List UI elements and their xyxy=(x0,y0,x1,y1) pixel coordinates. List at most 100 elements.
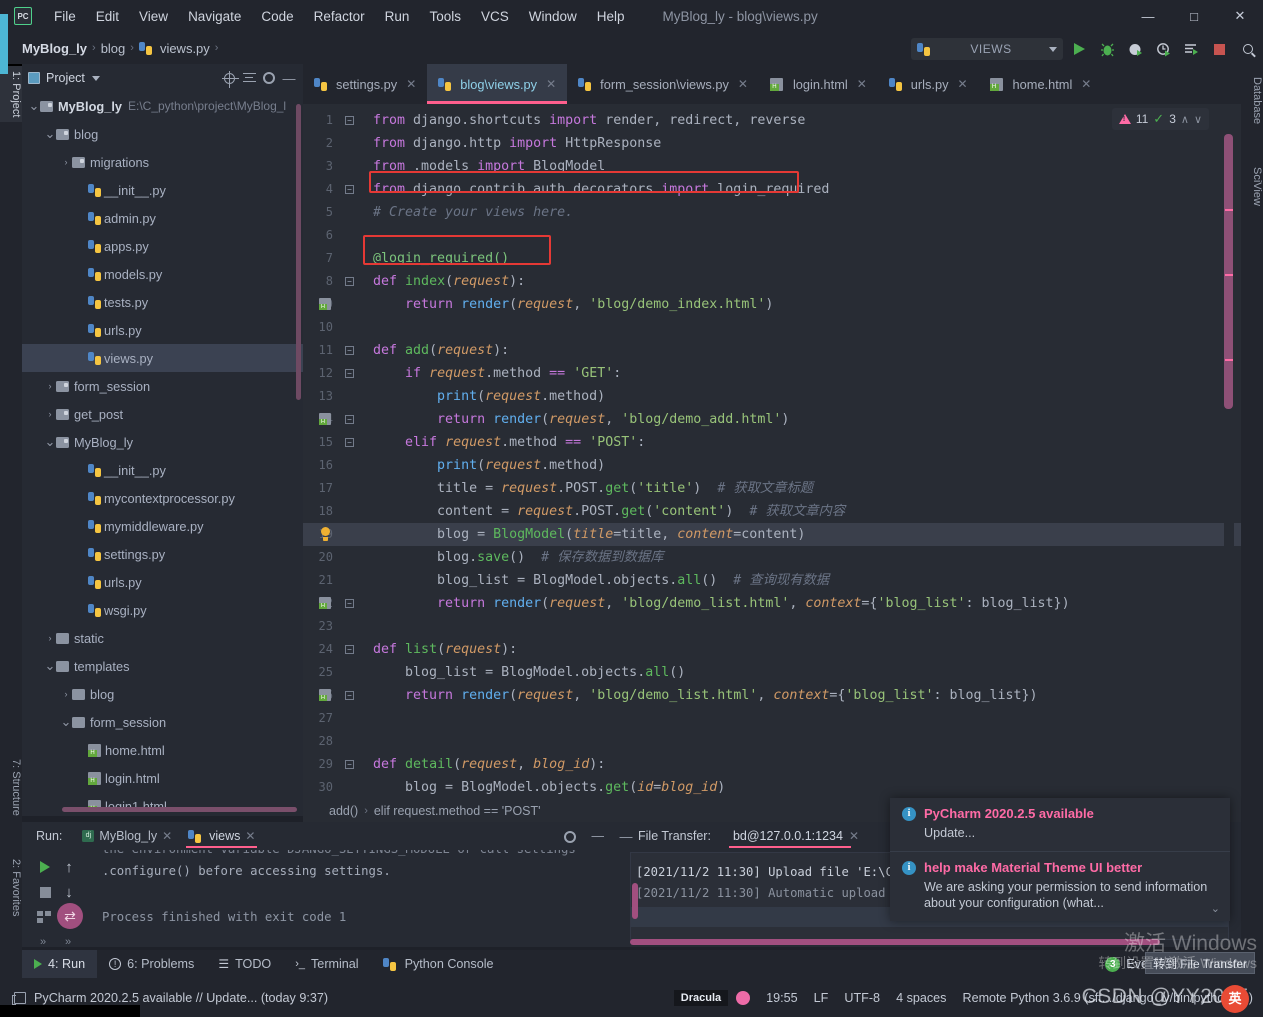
tree-item[interactable]: › static xyxy=(22,624,303,652)
run-with-console-icon[interactable] xyxy=(1184,42,1199,57)
code-fold-icon[interactable] xyxy=(345,277,354,286)
tree-item[interactable]: settings.py xyxy=(22,540,303,568)
layout-icon[interactable] xyxy=(35,908,53,926)
chevron-right-icon[interactable]: › xyxy=(44,381,56,391)
code-content[interactable]: from django.shortcuts import render, red… xyxy=(367,104,1241,816)
code-line[interactable]: blog.save() # 保存数据到数据库 xyxy=(373,546,663,569)
code-editor[interactable]: 1234567891011121314151617181920212223242… xyxy=(303,104,1241,816)
code-line[interactable]: print(request.method) xyxy=(373,454,605,477)
settings-icon[interactable] xyxy=(562,829,578,845)
bottom-tab-python-console[interactable]: Python Console xyxy=(371,950,506,978)
code-line[interactable]: def index(request): xyxy=(373,270,525,293)
code-line[interactable]: blog_list = BlogModel.objects.all() # 查询… xyxy=(373,569,829,592)
code-line[interactable]: return render(request, 'blog/demo_list.h… xyxy=(373,684,1038,707)
tree-item[interactable]: ⌄ MyBlog_ly E:\C_python\project\MyBlog_l xyxy=(22,92,303,120)
code-fold-icon[interactable] xyxy=(345,599,354,608)
menu-run[interactable]: Run xyxy=(375,5,420,28)
editor-tab[interactable]: home.html ✕ xyxy=(979,64,1103,104)
editor-tab[interactable]: settings.py ✕ xyxy=(303,64,427,104)
tree-item[interactable]: ⌄ form_session xyxy=(22,708,303,736)
run-icon[interactable] xyxy=(1072,42,1087,57)
tree-item[interactable]: wsgi.py xyxy=(22,596,303,624)
code-line[interactable]: from django.shortcuts import render, red… xyxy=(373,109,805,132)
breadcrumb-project[interactable]: MyBlog_ly xyxy=(22,41,87,56)
rerun-icon[interactable] xyxy=(36,858,54,876)
tree-item[interactable]: __init__.py xyxy=(22,176,303,204)
code-line[interactable]: elif request.method == 'POST': xyxy=(373,431,645,454)
coverage-icon[interactable] xyxy=(1128,42,1143,57)
hide-icon[interactable]: — xyxy=(592,829,605,843)
intention-bulb-icon[interactable] xyxy=(320,527,331,541)
chevron-down-icon[interactable]: ⌄ xyxy=(1211,902,1220,915)
tree-item[interactable]: urls.py xyxy=(22,568,303,596)
chevron-down-icon[interactable]: ⌄ xyxy=(44,127,56,140)
editor-tab[interactable]: login.html ✕ xyxy=(759,64,878,104)
hide-icon[interactable]: — xyxy=(281,70,297,86)
code-line[interactable]: def detail(request, blog_id): xyxy=(373,753,605,776)
tree-item[interactable]: login.html xyxy=(22,764,303,792)
collapse-all-icon[interactable] xyxy=(241,70,257,86)
project-tree-scrollbar[interactable] xyxy=(296,104,301,400)
code-line[interactable]: from .models import BlogModel xyxy=(373,155,605,178)
code-line[interactable]: # Create your views here. xyxy=(373,201,573,224)
tree-item[interactable]: mycontextprocessor.py xyxy=(22,484,303,512)
run-configuration-selector[interactable]: VIEWS xyxy=(911,38,1063,60)
tree-item[interactable]: views.py xyxy=(22,344,303,372)
sidebar-item-sciview[interactable]: SciView xyxy=(1241,162,1263,211)
stop-icon[interactable] xyxy=(36,883,54,901)
code-line[interactable] xyxy=(373,224,381,247)
close-icon[interactable]: ✕ xyxy=(245,829,255,843)
run-console-output[interactable]: the environment variable DJANGO_SETTINGS… xyxy=(94,850,622,947)
menu-vcs[interactable]: VCS xyxy=(471,5,519,28)
tree-item[interactable]: ⌄ templates xyxy=(22,652,303,680)
chevron-down-icon[interactable]: ⌄ xyxy=(44,435,56,448)
close-button[interactable]: ✕ xyxy=(1217,0,1263,32)
editor-tab[interactable]: urls.py ✕ xyxy=(878,64,979,104)
close-icon[interactable]: ✕ xyxy=(162,829,172,843)
close-icon[interactable]: ✕ xyxy=(849,829,859,843)
close-icon[interactable]: ✕ xyxy=(957,77,967,91)
chevron-down-icon[interactable]: ⌄ xyxy=(60,715,72,728)
close-icon[interactable]: ✕ xyxy=(546,77,556,91)
code-line[interactable]: def list(request): xyxy=(373,638,517,661)
menu-file[interactable]: File xyxy=(44,5,86,28)
tree-item[interactable]: mymiddleware.py xyxy=(22,512,303,540)
chevron-down-icon[interactable] xyxy=(91,75,100,81)
sidebar-item-project[interactable]: 1: Project xyxy=(0,66,22,123)
status-message[interactable]: PyCharm 2020.2.5 available // Update... … xyxy=(34,991,328,1005)
file-transfer-tab[interactable]: bd@127.0.0.1:1234 ✕ xyxy=(725,822,867,850)
code-fold-icon[interactable] xyxy=(345,116,354,125)
editor-tab-bar[interactable]: settings.py ✕ blog\views.py ✕ form_session\v… xyxy=(303,64,1241,104)
code-fold-icon[interactable] xyxy=(345,346,354,355)
next-problem-icon[interactable]: ∨ xyxy=(1194,113,1202,126)
html-template-gutter-icon[interactable] xyxy=(319,597,331,609)
menu-window[interactable]: Window xyxy=(519,5,587,28)
code-line[interactable]: return render(request, 'blog/demo_list.h… xyxy=(373,592,1070,615)
editor-tab[interactable]: form_session\views.py ✕ xyxy=(567,64,759,104)
editor-tab[interactable]: blog\views.py ✕ xyxy=(427,64,568,104)
menu-edit[interactable]: Edit xyxy=(86,5,129,28)
code-fold-icon[interactable] xyxy=(345,369,354,378)
bottom-tab-todo[interactable]: ☰ TODO xyxy=(206,950,283,978)
line-separator[interactable]: LF xyxy=(814,991,829,1005)
caret-position[interactable]: 19:55 xyxy=(766,991,798,1005)
close-icon[interactable]: ✕ xyxy=(857,77,867,91)
code-line[interactable]: def add(request): xyxy=(373,339,509,362)
chevron-right-icon[interactable]: › xyxy=(60,689,72,699)
file-encoding[interactable]: UTF-8 xyxy=(844,991,880,1005)
code-line[interactable]: blog_list = BlogModel.objects.all() xyxy=(373,661,685,684)
close-icon[interactable]: ✕ xyxy=(738,77,748,91)
chevron-down-icon[interactable]: ⌄ xyxy=(44,659,56,672)
code-line[interactable]: return render(request, 'blog/demo_index.… xyxy=(373,293,773,316)
tree-item[interactable]: urls.py xyxy=(22,316,303,344)
code-line[interactable]: content = request.POST.get('content') # … xyxy=(373,500,845,523)
code-fold-icon[interactable] xyxy=(345,185,354,194)
code-line[interactable]: from django.http import HttpResponse xyxy=(373,132,661,155)
file-transfer-vscrollbar[interactable] xyxy=(632,883,638,919)
more-actions-icon[interactable]: » xyxy=(34,933,52,951)
chevron-right-icon[interactable]: › xyxy=(44,409,56,419)
tree-item[interactable]: › get_post xyxy=(22,400,303,428)
code-line[interactable] xyxy=(373,707,381,730)
down-arrow-icon[interactable]: ↓ xyxy=(60,883,78,901)
sidebar-item-structure[interactable]: 7: Structure xyxy=(0,754,22,821)
